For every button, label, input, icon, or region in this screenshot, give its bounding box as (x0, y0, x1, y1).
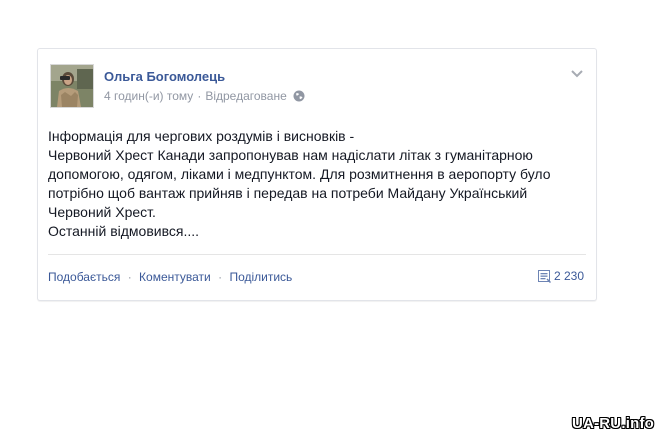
avatar-photo (51, 65, 93, 107)
share-icon (537, 269, 551, 283)
watermark-logo: UA-RU.info (572, 415, 654, 432)
post-actions: Подобається · Коментувати · Поділитись (48, 270, 292, 284)
globe-icon[interactable] (293, 90, 305, 102)
like-link[interactable]: Подобається (48, 270, 120, 284)
action-separator: · (127, 270, 132, 284)
post-text-line: Червоний Хрест. (48, 204, 156, 220)
meta-separator: · (197, 89, 202, 103)
divider (48, 254, 586, 255)
post-text-line: допомогою, одягом, ліками і медпунктом. … (48, 166, 551, 182)
author-name[interactable]: Ольга Богомолець (104, 69, 225, 84)
post-text-line: потрібно щоб вантаж прийняв і передав на… (48, 185, 528, 201)
comment-link[interactable]: Коментувати (139, 270, 211, 284)
chevron-down-icon[interactable] (570, 66, 584, 78)
facebook-post: Ольга Богомолець 4 годин(-и) тому · Відр… (37, 48, 597, 301)
avatar[interactable] (50, 64, 94, 108)
post-meta: 4 годин(-и) тому · Відредаговане (104, 89, 305, 103)
post-text-line: Інформація для чергових роздумів і висно… (48, 128, 355, 144)
shares-count-button[interactable]: 2 230 (537, 269, 584, 283)
action-separator: · (218, 270, 223, 284)
shares-count: 2 230 (553, 269, 584, 283)
post-text-line: Останній відмовився.... (48, 223, 200, 239)
share-link[interactable]: Поділитись (229, 270, 292, 284)
edited-label[interactable]: Відредаговане (205, 89, 286, 103)
post-text-line: Червоний Хрест Канади запропонував нам н… (48, 147, 533, 163)
post-timestamp[interactable]: 4 годин(-и) тому (104, 89, 193, 103)
page: Ольга Богомолець 4 годин(-и) тому · Відр… (0, 0, 662, 434)
post-body: Інформація для чергових роздумів і висно… (48, 127, 588, 241)
